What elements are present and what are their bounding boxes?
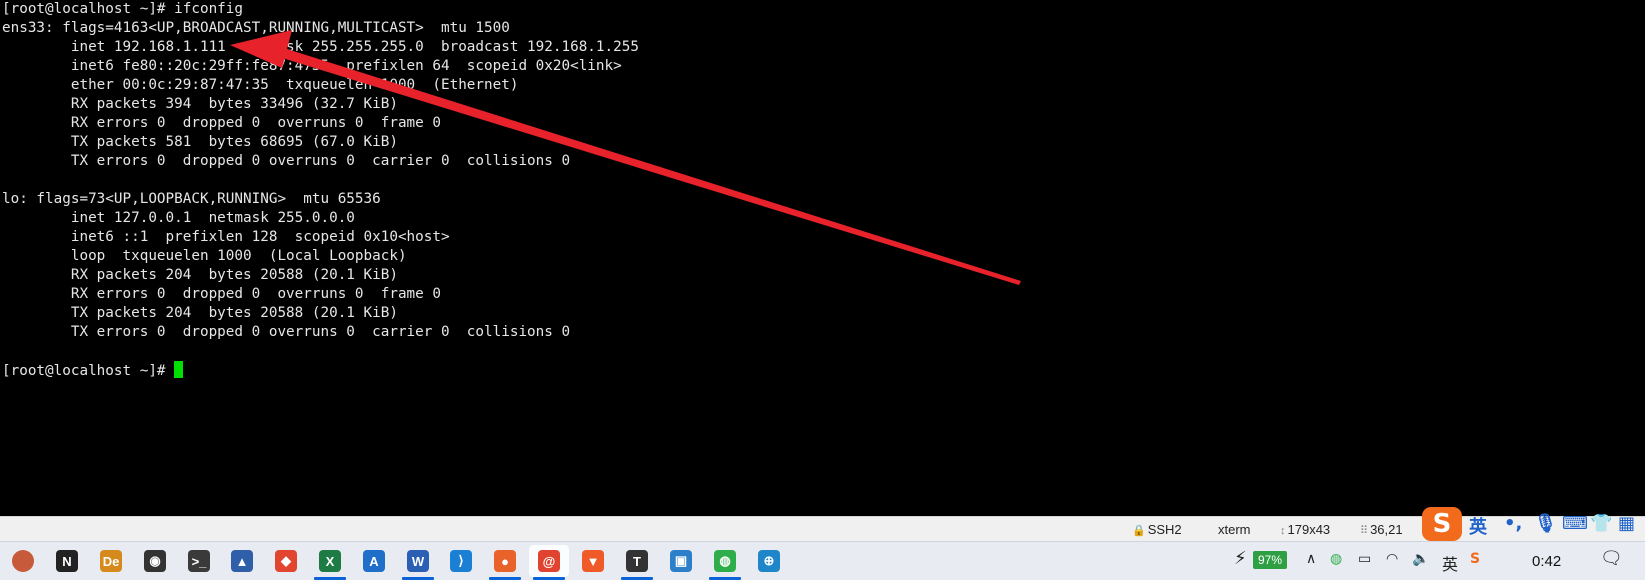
wifi-icon[interactable]: ◠ bbox=[1386, 551, 1398, 567]
terminal-prompt-line[interactable]: [root@localhost ~]# bbox=[2, 361, 639, 380]
taskbar-network-app[interactable]: ⊕ bbox=[749, 545, 789, 577]
terminal-output: [root@localhost ~]# ifconfig ens33: flags… bbox=[2, 0, 639, 380]
taskbar: N De ◉ >_ ▲ ◆ X A W ⟩ ● @ ▼ T ▣ ◍ ⊕ ⚡ 97% ∧ ◍ ▭ ◠ 🔈 英 S … bbox=[0, 541, 1645, 580]
terminal-line: TX packets 204 bytes 20588 (20.1 KiB) bbox=[2, 305, 398, 321]
obs-app-icon: ◉ bbox=[144, 550, 166, 572]
terminal-line: ether 00:0c:29:87:47:35 txqueuelen 1000 … bbox=[2, 77, 519, 93]
taskbar-azure-app[interactable]: A bbox=[354, 545, 394, 577]
terminal-window[interactable]: [root@localhost ~]# ifconfig ens33: flags… bbox=[0, 0, 1645, 516]
taskbar-frame-app[interactable]: ▣ bbox=[661, 545, 701, 577]
terminal-line: lo: flags=73<UP,LOOPBACK,RUNNING> mtu 65… bbox=[2, 191, 381, 207]
terminal-line: inet6 fe80::20c:29ff:fe87:4735 prefixlen… bbox=[2, 58, 622, 74]
terminal-line: [root@localhost ~]# ifconfig bbox=[2, 1, 244, 17]
terminal-app-icon: >_ bbox=[188, 550, 210, 572]
taskbar-git-app[interactable]: ◆ bbox=[266, 545, 306, 577]
frame-app-icon: ▣ bbox=[670, 550, 692, 572]
azure-app-icon: A bbox=[363, 550, 385, 572]
chevron-up-icon[interactable]: ∧ bbox=[1306, 551, 1316, 567]
notification-icon[interactable]: 🗨 bbox=[1600, 548, 1623, 569]
taskbar-vscode-app[interactable]: ⟩ bbox=[441, 545, 481, 577]
wechat-app-icon: ◍ bbox=[714, 550, 736, 572]
brave-app-icon: ▼ bbox=[582, 550, 604, 572]
terminal-line: inet 127.0.0.1 netmask 255.0.0.0 bbox=[2, 210, 355, 226]
taskbar-wechat-app[interactable]: ◍ bbox=[705, 545, 745, 580]
taskbar-avatar-app[interactable] bbox=[3, 545, 43, 577]
microphone-icon[interactable]: 🎙 bbox=[1534, 513, 1557, 534]
terminal-line: RX errors 0 dropped 0 overruns 0 frame 0 bbox=[2, 115, 441, 131]
power-icon[interactable]: ⚡ bbox=[1234, 548, 1247, 569]
xshell-app-icon: ▲ bbox=[231, 550, 253, 572]
git-app-icon: ◆ bbox=[275, 550, 297, 572]
battery-icon[interactable]: ▭ bbox=[1358, 551, 1371, 567]
terminal-prompt: [root@localhost ~]# bbox=[2, 363, 175, 379]
cursor-position-status: ⠿ 36,21 bbox=[1360, 522, 1403, 537]
taskbar-brave-app[interactable]: ▼ bbox=[573, 545, 613, 577]
vscode-app-icon: ⟩ bbox=[450, 550, 472, 572]
firefox-app-icon: ● bbox=[494, 550, 516, 572]
resize-icon: ↕ bbox=[1280, 525, 1286, 537]
terminal-line: loop txqueuelen 1000 (Local Loopback) bbox=[2, 248, 407, 264]
taskbar-typora-app[interactable]: T bbox=[617, 545, 657, 580]
sogou-tray-icon[interactable]: S bbox=[1470, 551, 1480, 567]
terminal-line: inet6 ::1 prefixlen 128 scopeid 0x10<hos… bbox=[2, 229, 450, 245]
taskbar-word-app[interactable]: W bbox=[398, 545, 438, 580]
taskbar-obs-app[interactable]: ◉ bbox=[135, 545, 175, 577]
status-bar: 🔒 SSH2 xterm ↕ 179x43 ⠿ 36,21 bbox=[0, 516, 1645, 541]
terminal-line: RX packets 204 bytes 20588 (20.1 KiB) bbox=[2, 267, 398, 283]
skin-shirt-icon[interactable]: 👕 bbox=[1590, 513, 1612, 534]
cursor-pos-icon: ⠿ bbox=[1360, 525, 1369, 537]
volume-icon[interactable]: 🔈 bbox=[1412, 551, 1429, 567]
xshell-active-app-icon: @ bbox=[538, 550, 560, 572]
taskbar-xshell-active-app[interactable]: @ bbox=[529, 545, 569, 580]
ime-grid-icon[interactable]: ▦ bbox=[1618, 513, 1635, 534]
keyboard-icon[interactable]: ⌨ bbox=[1562, 513, 1588, 534]
ime-language-indicator[interactable]: 英 bbox=[1442, 551, 1458, 575]
terminal-type-status: xterm bbox=[1218, 522, 1251, 537]
taskbar-excel-app[interactable]: X bbox=[310, 545, 350, 580]
clock[interactable]: 0:42 bbox=[1532, 553, 1561, 570]
terminal-line: inet 192.168.1.111 netmask 255.255.255.0… bbox=[2, 39, 639, 55]
terminal-line: RX errors 0 dropped 0 overruns 0 frame 0 bbox=[2, 286, 441, 302]
taskbar-xshell-app[interactable]: ▲ bbox=[222, 545, 262, 577]
terminal-line: TX errors 0 dropped 0 overruns 0 carrier… bbox=[2, 153, 571, 169]
terminal-line: ens33: flags=4163<UP,BROADCAST,RUNNING,M… bbox=[2, 20, 510, 36]
terminal-line: TX packets 581 bytes 68695 (67.0 KiB) bbox=[2, 134, 398, 150]
taskbar-terminal-app[interactable]: >_ bbox=[179, 545, 219, 577]
terminal-line: TX errors 0 dropped 0 overruns 0 carrier… bbox=[2, 324, 571, 340]
battery-badge[interactable]: 97% bbox=[1253, 551, 1287, 569]
terminal-line: RX packets 394 bytes 33496 (32.7 KiB) bbox=[2, 96, 398, 112]
typora-app-icon: T bbox=[626, 550, 648, 572]
network-app-icon: ⊕ bbox=[758, 550, 780, 572]
ime-toolbar[interactable]: S 英 •, 🎙 ⌨ 👕 ▦ bbox=[1422, 507, 1645, 541]
wechat-tray-icon[interactable]: ◍ bbox=[1330, 551, 1342, 567]
sogou-ime-logo[interactable]: S bbox=[1422, 507, 1462, 541]
davinci-app-icon: De bbox=[100, 550, 122, 572]
word-app-icon: W bbox=[407, 550, 429, 572]
terminal-cursor bbox=[174, 361, 184, 378]
avatar-app-icon bbox=[12, 550, 34, 572]
lock-icon: 🔒 bbox=[1132, 525, 1146, 537]
excel-app-icon: X bbox=[319, 550, 341, 572]
ime-language-toggle[interactable]: 英 bbox=[1469, 513, 1487, 539]
ime-punctuation-toggle[interactable]: •, bbox=[1504, 513, 1522, 534]
taskbar-davinci-app[interactable]: De bbox=[91, 545, 131, 577]
taskbar-firefox-app[interactable]: ● bbox=[485, 545, 525, 580]
taskbar-notion-app[interactable]: N bbox=[47, 545, 87, 577]
terminal-size-status: ↕ 179x43 bbox=[1280, 522, 1331, 537]
notion-app-icon: N bbox=[56, 550, 78, 572]
protocol-status: 🔒 SSH2 bbox=[1132, 522, 1182, 537]
